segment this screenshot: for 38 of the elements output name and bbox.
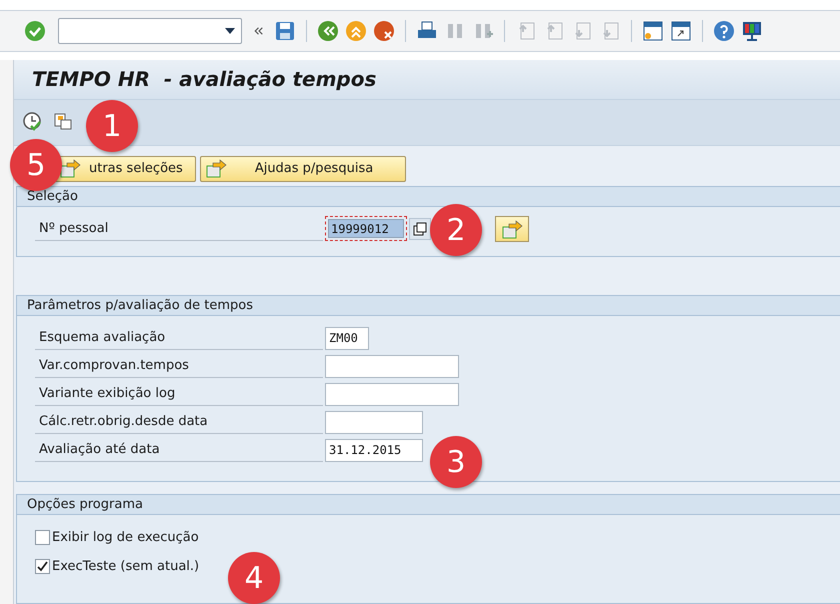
input-field[interactable]	[325, 354, 459, 378]
arrow-folder-button[interactable]	[495, 216, 529, 242]
command-field[interactable]	[58, 18, 242, 44]
dropdown-caret-icon[interactable]	[225, 28, 235, 34]
window-title: TEMPO HR - avaliação tempos	[32, 67, 376, 92]
up-icon[interactable]	[345, 20, 367, 42]
input-field[interactable]	[325, 382, 459, 406]
back-icon[interactable]	[317, 20, 339, 42]
shortcut-icon[interactable]	[670, 20, 692, 42]
input-field[interactable]: 31.12.2015	[325, 438, 423, 462]
multiple-selection-button[interactable]	[409, 218, 431, 240]
field-label: Variante exibição log	[35, 382, 323, 406]
search-help-button[interactable]: Ajudas p/pesquisa	[200, 156, 406, 182]
checkbox[interactable]: Exibir log de execução	[35, 523, 840, 552]
save-icon[interactable]	[274, 20, 296, 42]
arrow-folder-icon	[204, 158, 227, 180]
monitor-icon[interactable]	[741, 20, 763, 42]
copy-icon	[413, 222, 427, 236]
group-title: Parâmetros p/avaliação de tempos	[17, 296, 840, 316]
more-selections-button[interactable]: utras seleções	[54, 156, 196, 182]
field-label: Avaliação até data	[35, 438, 323, 462]
field-label: Esquema avaliação	[35, 326, 323, 350]
help-icon[interactable]	[713, 20, 735, 42]
arrow-folder-icon	[59, 158, 81, 180]
input-field[interactable]: ZM00	[325, 326, 369, 350]
group-title: Seleção	[17, 186, 840, 207]
field-label: Nº pessoal	[35, 216, 323, 241]
input-field[interactable]	[325, 410, 423, 434]
field-label: Cálc.retr.obrig.desde data	[35, 410, 323, 434]
new-window-icon[interactable]	[642, 20, 664, 42]
execute-icon[interactable]	[22, 111, 44, 134]
cancel-icon[interactable]	[373, 20, 395, 42]
arrow-folder-icon	[501, 218, 523, 239]
field-label: Var.comprovan.tempos	[35, 354, 323, 378]
checkmark-icon	[37, 561, 48, 572]
input-field[interactable]: 19999012	[325, 216, 407, 242]
check-icon[interactable]	[24, 20, 46, 42]
group-title: Opções programa	[17, 495, 840, 516]
